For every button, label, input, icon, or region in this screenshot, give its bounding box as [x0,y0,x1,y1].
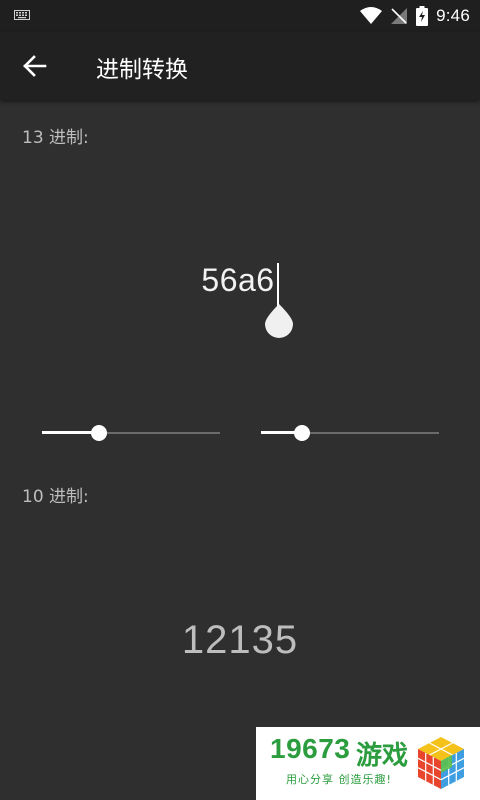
text-cursor [277,263,279,307]
watermark-logo: 19673 游戏 用心分享 创造乐趣! [256,727,480,800]
target-base-label: 10 进制: [22,487,89,507]
battery-charging-icon [416,6,429,26]
result-value: 12135 [181,618,299,662]
status-bar: 9:46 [0,0,480,32]
status-icons: 9:46 [360,0,470,32]
source-base-slider[interactable] [42,424,220,442]
watermark-number: 19673 [270,733,351,764]
source-input-field[interactable]: 56a6 [0,262,480,312]
rubiks-cube-icon [417,737,465,789]
no-signal-icon [391,8,408,24]
watermark-slogan: 用心分享 创造乐趣! [286,773,392,786]
page-title: 进制转换 [96,57,188,83]
slider-thumb[interactable] [293,425,310,441]
source-base-label: 13 进制: [22,128,89,148]
cursor-handle[interactable] [265,304,293,338]
keyboard-icon [14,10,30,20]
target-base-slider[interactable] [261,424,439,442]
status-time: 9:46 [436,6,470,25]
watermark-game: 游戏 [356,741,409,771]
slider-thumb[interactable] [90,425,107,441]
wifi-icon [360,7,383,24]
arrow-left-icon[interactable] [20,52,48,80]
app-bar: 进制转换 [0,32,480,100]
source-input-value[interactable]: 56a6 [201,262,274,298]
